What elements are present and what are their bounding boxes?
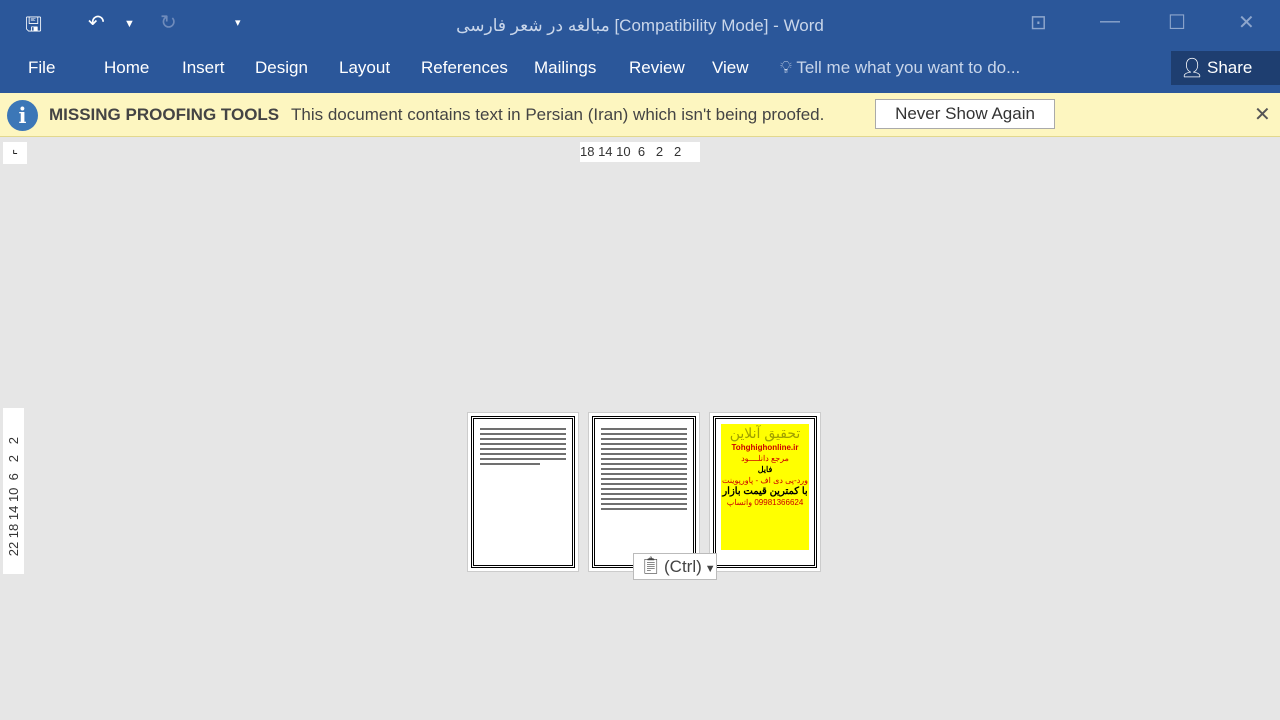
- tell-me-input[interactable]: 💡︎ Tell me what you want to do...: [780, 58, 1020, 78]
- maximize-icon[interactable]: ☐: [1168, 10, 1186, 35]
- message-text: This document contains text in Persian (…: [291, 105, 825, 124]
- tab-selector[interactable]: ⌞: [3, 142, 27, 164]
- message-title: MISSING PROOFING TOOLS: [49, 105, 280, 124]
- page-thumbnail-2[interactable]: [588, 412, 700, 572]
- ribbon-display-icon[interactable]: ⊡: [1030, 10, 1047, 35]
- info-icon: i: [7, 100, 38, 131]
- advertisement-image: تحقیق آنلاین Tohghighonline.ir مرجع دانل…: [721, 424, 809, 550]
- close-window-icon[interactable]: ✕: [1238, 10, 1255, 35]
- person-add-icon: 👤︎: [1180, 58, 1205, 79]
- title-bar: 🖫 ↶ ▼ ↻ ▾ مبالغه در شعر فارسی [Compatibi…: [0, 0, 1280, 48]
- minimize-icon[interactable]: —: [1100, 10, 1120, 33]
- ruler-numbers: 18 14 10 6 2 2: [580, 144, 682, 159]
- paste-options-button[interactable]: 📋︎ (Ctrl) ▼: [633, 553, 717, 580]
- tab-view[interactable]: View: [712, 58, 749, 78]
- tab-mailings[interactable]: Mailings: [534, 58, 596, 78]
- window-title: مبالغه در شعر فارسی [Compatibility Mode]…: [456, 16, 824, 35]
- ribbon-tabs: File Home Insert Design Layout Reference…: [0, 48, 1280, 93]
- share-label: Share: [1207, 58, 1253, 77]
- ruler-numbers: 22 18 14 10 6 2 2: [6, 436, 21, 556]
- share-button[interactable]: 👤︎ Share: [1171, 51, 1280, 85]
- clipboard-icon: 📋︎: [640, 556, 662, 575]
- close-message-icon[interactable]: ✕: [1254, 102, 1271, 127]
- message-bar: i MISSING PROOFING TOOLS This document c…: [0, 93, 1280, 137]
- tab-home[interactable]: Home: [104, 58, 149, 78]
- tab-layout[interactable]: Layout: [339, 58, 390, 78]
- tab-file[interactable]: File: [28, 58, 55, 78]
- page-thumbnail-3[interactable]: تحقیق آنلاین Tohghighonline.ir مرجع دانل…: [709, 412, 821, 572]
- lightbulb-icon: 💡︎: [780, 58, 792, 77]
- tab-references[interactable]: References: [421, 58, 508, 78]
- tab-review[interactable]: Review: [629, 58, 685, 78]
- never-show-again-button[interactable]: Never Show Again: [875, 99, 1055, 129]
- chevron-down-icon: ▼: [704, 563, 716, 575]
- paste-options-label: (Ctrl): [664, 557, 702, 576]
- tab-design[interactable]: Design: [255, 58, 308, 78]
- vertical-ruler[interactable]: 22 18 14 10 6 2 2: [3, 408, 24, 574]
- page-thumbnail-1[interactable]: [467, 412, 579, 572]
- tell-me-text: Tell me what you want to do...: [796, 58, 1021, 77]
- horizontal-ruler[interactable]: 18 14 10 6 2 2: [580, 142, 700, 162]
- tab-insert[interactable]: Insert: [182, 58, 225, 78]
